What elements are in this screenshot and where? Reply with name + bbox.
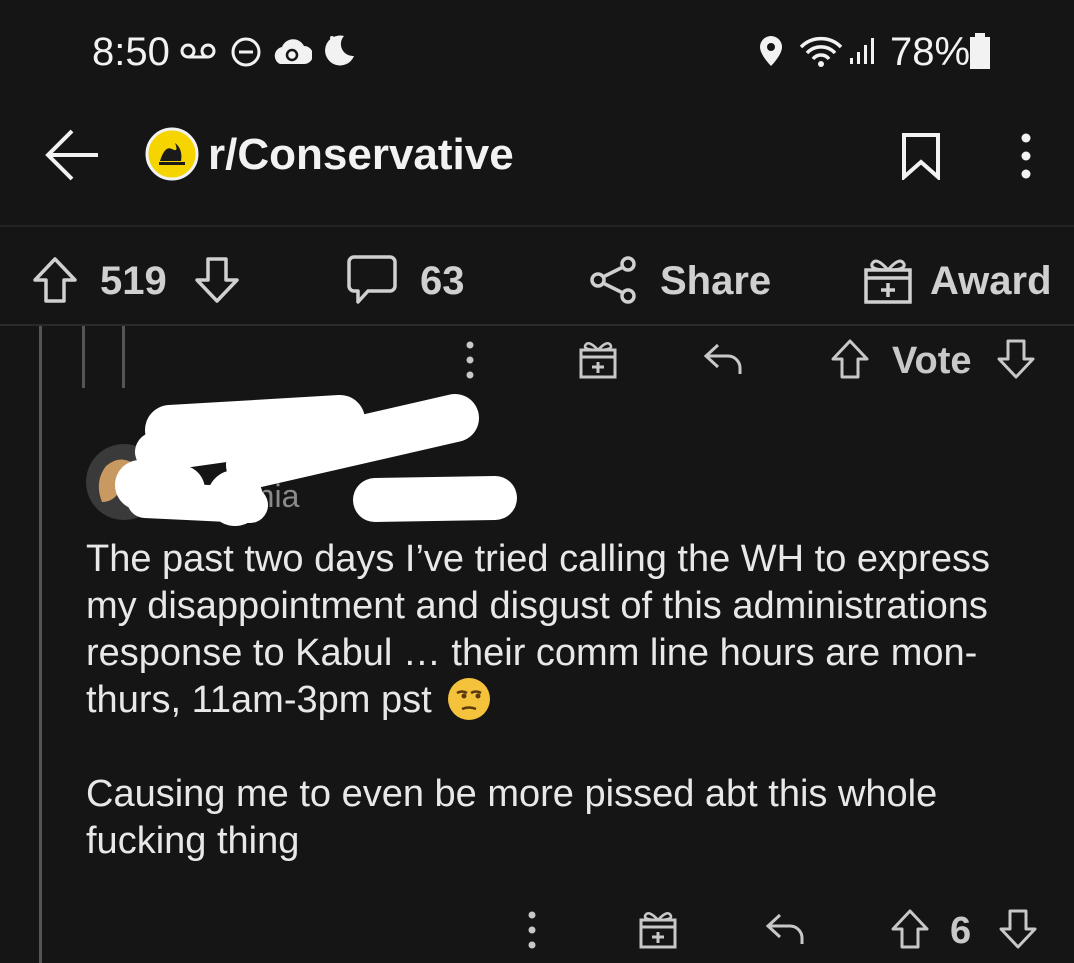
status-time: 8:50 (92, 30, 170, 74)
comment-paragraph: The past two days I’ve tried calling the… (86, 536, 1046, 724)
share-button[interactable]: Share (660, 259, 771, 304)
action-bar-divider (0, 324, 1074, 326)
unamused-face-emoji-icon (448, 678, 491, 720)
reply-icon[interactable] (702, 342, 744, 376)
header-divider (0, 225, 1074, 227)
comment-upvote-icon[interactable] (890, 908, 930, 950)
comment-count[interactable]: 63 (420, 259, 465, 304)
comment-award-icon[interactable] (638, 908, 678, 950)
battery-icon (970, 33, 990, 69)
subreddit-name[interactable]: r/Conservative (208, 130, 514, 180)
post-score: 519 (100, 259, 167, 303)
do-not-disturb-icon (231, 37, 261, 67)
comment-more-icon[interactable] (462, 340, 478, 380)
redaction-scribble (115, 394, 517, 526)
award-button[interactable]: Award (930, 259, 1052, 304)
comment-downvote-icon[interactable] (996, 338, 1036, 380)
comment-award-icon[interactable] (578, 338, 618, 380)
wifi-icon (799, 36, 843, 67)
battery-percent: 78% (890, 30, 971, 74)
moon-icon (325, 35, 354, 66)
share-icon[interactable] (588, 255, 638, 305)
comment-upvote-icon[interactable] (830, 338, 870, 380)
thread-line[interactable] (82, 326, 85, 388)
more-options-icon[interactable] (1016, 132, 1036, 180)
comment-score: 6 (950, 910, 972, 952)
signal-icon (850, 38, 874, 64)
location-icon (760, 36, 782, 66)
comment-body: The past two days I’ve tried calling the… (86, 536, 1046, 865)
upvote-icon[interactable] (32, 256, 78, 304)
vote-label: Vote (892, 340, 972, 382)
comment-more-icon[interactable] (524, 910, 540, 950)
cloud-sync-icon (274, 39, 312, 64)
downvote-icon[interactable] (194, 256, 240, 304)
comment-paragraph: Causing me to even be more pissed abt th… (86, 773, 938, 862)
bookmark-icon[interactable] (900, 132, 942, 180)
thread-line[interactable] (122, 326, 125, 388)
thread-line[interactable] (39, 326, 42, 963)
reply-icon[interactable] (764, 912, 806, 946)
voicemail-icon (180, 43, 216, 59)
comment-text: The past two days I’ve tried calling the… (86, 538, 990, 721)
award-gift-icon[interactable] (862, 254, 914, 306)
comment-downvote-icon[interactable] (998, 908, 1038, 950)
comment-bubble-icon[interactable] (346, 254, 398, 306)
subreddit-icon[interactable] (145, 127, 199, 181)
back-arrow-icon[interactable] (44, 128, 100, 182)
